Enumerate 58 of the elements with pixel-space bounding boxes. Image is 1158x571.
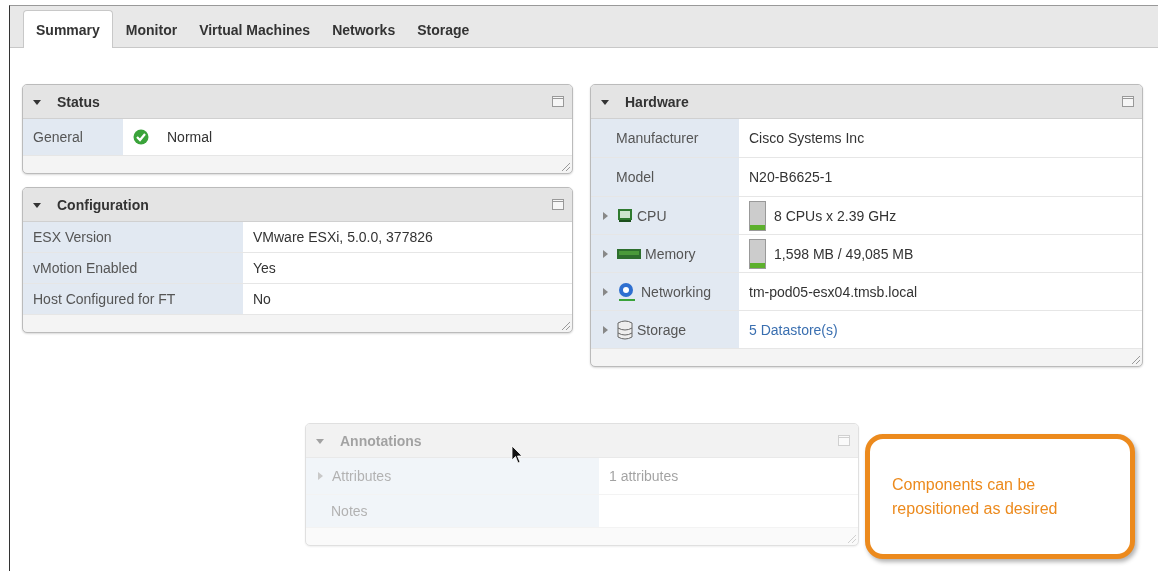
- property-value: Cisco Systems Inc: [749, 130, 865, 146]
- usage-meter: [749, 200, 766, 231]
- panel-title: Status: [57, 93, 101, 110]
- usage-meter: [749, 238, 766, 269]
- expand-icon[interactable]: [601, 287, 609, 296]
- panel-title: Configuration: [57, 196, 150, 213]
- memory-module-icon: [617, 246, 641, 261]
- property-label: Host Configured for FT: [23, 284, 243, 314]
- property-label: vMotion Enabled: [23, 253, 243, 283]
- panel-header[interactable]: Configuration: [23, 188, 572, 222]
- property-label: Storage: [637, 321, 687, 338]
- property-label: Attributes: [332, 468, 392, 484]
- property-label: CPU: [637, 207, 667, 224]
- property-value: 8 CPUs x 2.39 GHz: [774, 207, 897, 224]
- maximize-icon[interactable]: [552, 96, 564, 107]
- property-label: General: [23, 119, 123, 155]
- tab[interactable]: Virtual Machines: [190, 11, 320, 48]
- resize-grip-icon[interactable]: [1132, 356, 1140, 364]
- property-value: Yes: [243, 253, 572, 283]
- callout-note: Components can be repositioned as desired: [865, 434, 1135, 559]
- property-value: VMware ESXi, 5.0.0, 377826: [243, 222, 572, 252]
- property-value: tm-pod05-esx04.tmsb.local: [749, 283, 918, 300]
- property-value: 1 attributes: [609, 468, 679, 484]
- database-icon: [617, 319, 633, 340]
- property-label: Notes: [331, 503, 368, 519]
- property-value: 1,598 MB / 49,085 MB: [774, 245, 914, 262]
- property-label: Memory: [645, 245, 696, 262]
- panel-title: Annotations: [340, 432, 423, 449]
- collapse-icon[interactable]: [601, 97, 609, 106]
- status-text: Normal: [167, 129, 213, 145]
- panel-title: Hardware: [625, 93, 690, 110]
- property-value: No: [243, 284, 572, 314]
- maximize-icon[interactable]: [1122, 96, 1134, 107]
- expand-icon[interactable]: [601, 211, 609, 220]
- notes-field[interactable]: [599, 495, 858, 527]
- expand-icon[interactable]: [601, 249, 609, 258]
- resize-grip-icon[interactable]: [562, 163, 570, 171]
- property-label: Model: [616, 169, 655, 185]
- property-label: Manufacturer: [616, 130, 699, 146]
- expand-icon[interactable]: [601, 325, 609, 334]
- resize-grip-icon[interactable]: [562, 322, 570, 330]
- check-icon: [133, 129, 149, 145]
- tab[interactable]: Summary: [23, 10, 113, 48]
- maximize-icon[interactable]: [552, 199, 564, 210]
- datastore-link[interactable]: 5 Datastore(s): [749, 321, 838, 338]
- collapse-icon[interactable]: [33, 97, 41, 106]
- property-label: ESX Version: [23, 222, 243, 252]
- collapse-icon[interactable]: [33, 200, 41, 209]
- property-value: N20-B6625-1: [749, 169, 833, 185]
- globe-icon: [617, 281, 637, 302]
- panel-header[interactable]: Hardware: [591, 85, 1142, 119]
- monitor-icon: [617, 208, 633, 223]
- property-label: Networking: [641, 283, 712, 300]
- tab[interactable]: Monitor: [116, 11, 187, 48]
- expand-icon[interactable]: [316, 472, 324, 480]
- tab[interactable]: Storage: [408, 11, 479, 48]
- tab[interactable]: Networks: [323, 11, 405, 48]
- panel-header[interactable]: Status: [23, 85, 572, 119]
